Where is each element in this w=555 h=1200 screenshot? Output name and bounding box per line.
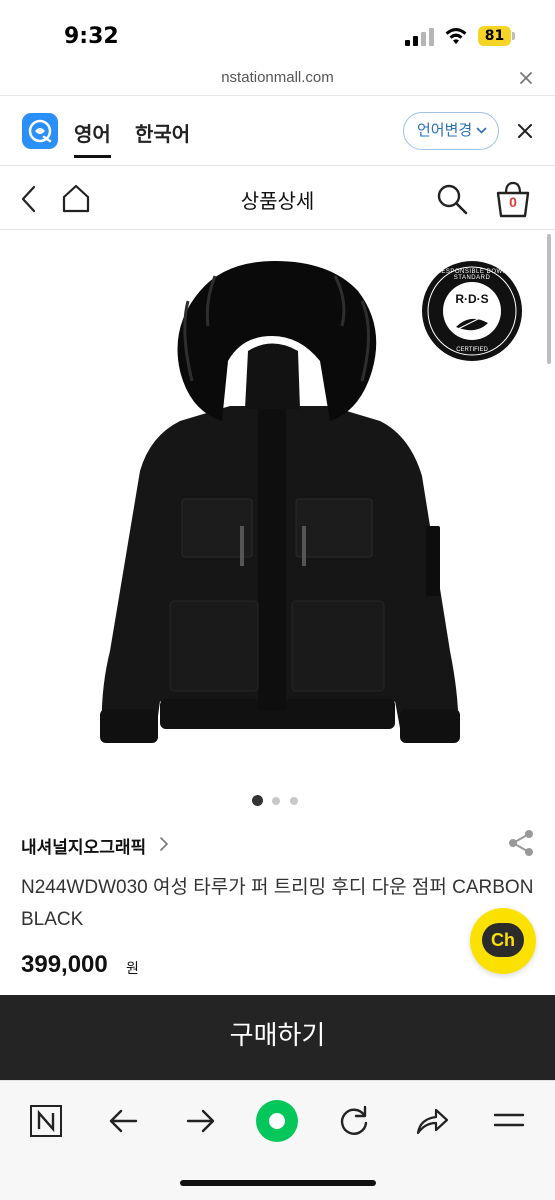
translate-logo-icon bbox=[22, 113, 58, 149]
carousel-dot-active[interactable] bbox=[252, 795, 263, 806]
buy-button[interactable]: 구매하기 bbox=[0, 995, 555, 1080]
close-icon[interactable] bbox=[516, 122, 534, 140]
share-icon[interactable] bbox=[410, 1099, 454, 1143]
carousel-dot[interactable] bbox=[290, 797, 298, 805]
battery-level: 81 bbox=[478, 26, 511, 46]
status-time: 9:32 bbox=[64, 24, 119, 49]
status-bar: 9:32 81 bbox=[0, 0, 555, 62]
brand-link[interactable]: 내셔널지오그래픽 bbox=[21, 833, 146, 858]
rds-badge-top-text: RESPONSIBLE DOWN STANDARD bbox=[436, 269, 508, 281]
menu-icon[interactable] bbox=[487, 1099, 531, 1143]
change-language-label: 언어변경 bbox=[417, 122, 473, 139]
rds-badge-text: RESPONSIBLE DOWN STANDARD R·D·S CERTIFIE… bbox=[422, 261, 522, 361]
search-icon[interactable] bbox=[435, 182, 469, 216]
chevron-down-icon bbox=[476, 127, 487, 134]
site-header: 상품상세 0 bbox=[0, 166, 555, 230]
translate-bar: 영어 한국어 언어변경 bbox=[0, 96, 555, 166]
green-dot-home-icon[interactable] bbox=[255, 1099, 299, 1143]
forward-arrow-icon[interactable] bbox=[178, 1099, 222, 1143]
signal-icon bbox=[405, 28, 434, 46]
rds-badge-center-text: R·D·S bbox=[455, 292, 489, 306]
price-unit: 원 bbox=[126, 960, 139, 976]
carousel-dot[interactable] bbox=[272, 797, 280, 805]
product-name: N244WDW030 여성 타루가 퍼 트리밍 후디 다운 점퍼 CARBON … bbox=[21, 877, 534, 930]
change-language-button[interactable]: 언어변경 bbox=[403, 112, 499, 150]
battery-cap bbox=[512, 32, 515, 40]
price: 399,000 bbox=[21, 951, 108, 978]
wifi-icon bbox=[445, 28, 467, 44]
naver-n-icon[interactable] bbox=[24, 1099, 68, 1143]
tab-english[interactable]: 영어 bbox=[74, 118, 111, 158]
chat-button[interactable]: Ch bbox=[470, 908, 536, 974]
back-arrow-icon[interactable] bbox=[102, 1099, 146, 1143]
home-indicator bbox=[180, 1180, 376, 1186]
rds-badge-bottom-text: CERTIFIED bbox=[456, 347, 488, 353]
refresh-icon[interactable] bbox=[332, 1099, 376, 1143]
tab-korean[interactable]: 한국어 bbox=[135, 118, 190, 158]
share-icon[interactable] bbox=[506, 828, 536, 858]
url-text[interactable]: nstationmall.com bbox=[0, 69, 555, 86]
close-icon[interactable] bbox=[516, 68, 536, 88]
chevron-right-icon[interactable] bbox=[158, 836, 170, 852]
url-bar[interactable]: nstationmall.com bbox=[0, 62, 555, 96]
page-title: 상품상세 bbox=[240, 191, 315, 213]
cart-count-badge: 0 bbox=[509, 194, 517, 210]
carousel-dots bbox=[252, 795, 312, 807]
chat-icon: Ch bbox=[482, 923, 524, 957]
product-image[interactable]: RESPONSIBLE DOWN STANDARD R·D·S CERTIFIE… bbox=[0, 231, 555, 785]
scrollbar[interactable] bbox=[547, 234, 551, 364]
battery-indicator: 81 bbox=[478, 26, 516, 46]
